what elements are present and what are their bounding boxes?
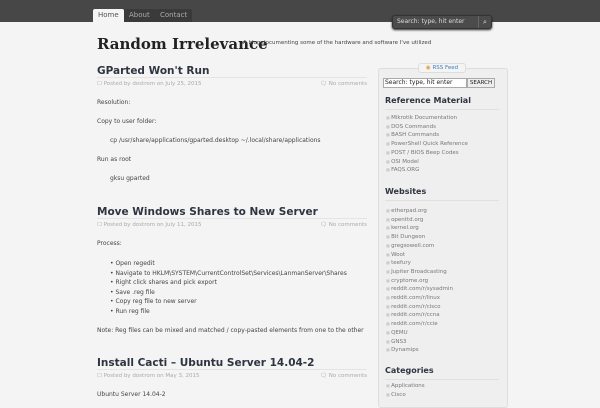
list-item[interactable]: reddit.com/r/ccie xyxy=(386,320,453,329)
list-item[interactable]: Cisco xyxy=(386,391,425,400)
list-item[interactable]: BASH Commands xyxy=(386,131,468,140)
tab-contact[interactable]: Contact xyxy=(155,9,193,22)
list-item[interactable]: Woot xyxy=(386,251,453,260)
list-item[interactable]: kernel.org xyxy=(386,224,453,233)
rss-label: RSS Feed xyxy=(432,65,459,71)
post-meta: ☐ Posted by dostrom on July 25, 2015 🗨 No… xyxy=(97,78,367,90)
post-meta: ☐ Posted by dostrom on May 3, 2015 🗨 No c… xyxy=(97,370,367,382)
list-item[interactable]: DOS Commands xyxy=(386,123,468,132)
comments-label: No comments xyxy=(328,81,367,87)
list-item[interactable]: cryptome.org xyxy=(386,277,453,286)
comments-link[interactable]: 🗨 No comments xyxy=(320,78,367,90)
post-meta: ☐ Posted by dostrom on July 11, 2015 🗨 No… xyxy=(97,219,367,231)
list-item: Right click shares and pick export xyxy=(110,278,367,288)
list-item[interactable]: POST / BIOS Beep Codes xyxy=(386,149,468,158)
post-title[interactable]: Move Windows Shares to New Server xyxy=(97,205,367,219)
list-item[interactable]: PowerShell Quick Reference xyxy=(386,140,468,149)
search-icon[interactable]: ⌕ xyxy=(478,16,491,28)
reference-list: Mikrotik Documentation DOS Commands BASH… xyxy=(386,114,468,175)
tab-about[interactable]: About xyxy=(124,9,155,22)
reference-heading: Reference Material xyxy=(385,96,499,110)
list-item[interactable]: openttd.org xyxy=(386,216,453,225)
list-item: Open regedit xyxy=(110,259,367,269)
list-item[interactable]: QEMU xyxy=(386,329,453,338)
calendar-icon: ☐ xyxy=(97,81,104,87)
list-item[interactable]: Applications xyxy=(386,382,425,391)
steps-list: Open regedit Navigate to HKLM\SYSTEM\Cur… xyxy=(97,259,367,316)
post-title[interactable]: GParted Won't Run xyxy=(97,64,367,78)
post-list: GParted Won't Run ☐ Posted by dostrom on… xyxy=(97,64,367,399)
list-item[interactable]: GNS3 xyxy=(386,338,453,347)
post: Move Windows Shares to New Server ☐ Post… xyxy=(97,205,367,335)
calendar-icon: ☐ xyxy=(97,222,104,228)
post-text: Resolution: xyxy=(97,99,131,106)
categories-heading: Categories xyxy=(385,366,499,380)
websites-list: etherpad.org openttd.org kernel.org Bit … xyxy=(386,207,453,355)
sidebar-search-input[interactable]: Search: type, hit enter xyxy=(383,78,467,88)
list-item: Run reg file xyxy=(110,307,367,317)
rss-feed-link[interactable]: ◉ RSS Feed xyxy=(418,63,466,73)
comments-label: No comments xyxy=(328,373,367,379)
post-text: Process: xyxy=(97,240,122,247)
list-item[interactable]: Jupiter Broadcasting xyxy=(386,268,453,277)
site-tagline: A blog documenting some of the hardware … xyxy=(243,40,432,46)
list-item[interactable]: reddit.com/r/cisco xyxy=(386,303,453,312)
list-item[interactable]: reddit.com/r/sysadmin xyxy=(386,285,453,294)
list-item[interactable]: Dynamips xyxy=(386,346,453,355)
post-code: cp /usr/share/applications/gparted.deskt… xyxy=(110,137,321,144)
post-text: Run as root xyxy=(97,156,132,163)
list-item[interactable]: etherpad.org xyxy=(386,207,453,216)
post-text: Ubuntu Server 14.04-2 xyxy=(97,391,166,398)
post-text: Note: Reg files can be mixed and matched… xyxy=(97,327,364,334)
post-byline: Posted by dostrom on July 11, 2015 xyxy=(103,222,202,228)
list-item[interactable]: Bit Dungeon xyxy=(386,233,453,242)
list-item: Save .reg file xyxy=(110,288,367,298)
top-nav-bar: Home About Contact xyxy=(0,0,600,22)
calendar-icon: ☐ xyxy=(97,373,104,379)
post: GParted Won't Run ☐ Posted by dostrom on… xyxy=(97,64,367,183)
list-item: Copy reg file to new server xyxy=(110,297,367,307)
list-item[interactable]: reddit.com/r/ccna xyxy=(386,311,453,320)
comments-link[interactable]: 🗨 No comments xyxy=(320,219,367,231)
post-code: gksu gparted xyxy=(110,175,150,182)
list-item[interactable]: teefury xyxy=(386,259,453,268)
list-item[interactable]: gregsowell.com xyxy=(386,242,453,251)
list-item[interactable]: reddit.com/r/linux xyxy=(386,294,453,303)
post-byline: Posted by dostrom on July 25, 2015 xyxy=(103,81,202,87)
list-item[interactable]: FAQS.ORG xyxy=(386,166,468,175)
list-item[interactable]: Mikrotik Documentation xyxy=(386,114,468,123)
categories-list: Applications Cisco xyxy=(386,382,425,399)
sidebar-search-button[interactable]: SEARCH xyxy=(467,78,495,88)
list-item: Navigate to HKLM\SYSTEM\CurrentControlSe… xyxy=(110,269,367,279)
post-text: Copy to user folder: xyxy=(97,118,157,125)
comments-link[interactable]: 🗨 No comments xyxy=(320,370,367,382)
websites-heading: Websites xyxy=(385,187,499,201)
post-title[interactable]: Install Cacti – Ubuntu Server 14.04-2 xyxy=(97,356,367,370)
search-placeholder: Search: type, hit enter xyxy=(397,18,465,25)
header-search-input[interactable]: Search: type, hit enter ⌕ xyxy=(392,15,492,29)
post-byline: Posted by dostrom on May 3, 2015 xyxy=(103,373,200,379)
post: Install Cacti – Ubuntu Server 14.04-2 ☐ … xyxy=(97,356,367,399)
list-item[interactable]: OSI Model xyxy=(386,158,468,167)
comments-label: No comments xyxy=(328,222,367,228)
tab-home[interactable]: Home xyxy=(93,9,124,22)
